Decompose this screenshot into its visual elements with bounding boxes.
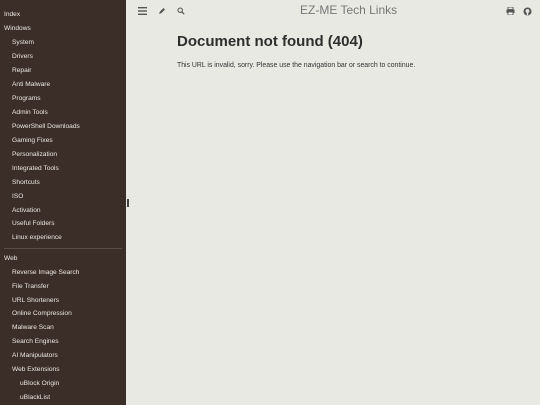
sidebar-item-ai-manipulators[interactable]: AI Manipulators — [12, 351, 58, 361]
sidebar: Index Windows System Drivers Repair Anti… — [0, 0, 126, 405]
sidebar-item-anti-malware[interactable]: Anti Malware — [12, 80, 50, 90]
sidebar-item-web[interactable]: Web — [4, 254, 17, 264]
sidebar-item-shortcuts[interactable]: Shortcuts — [12, 178, 40, 188]
sidebar-item-ublock-origin[interactable]: uBlock Origin — [20, 379, 59, 389]
sidebar-item-reverse-image-search[interactable]: Reverse Image Search — [12, 268, 79, 278]
sidebar-item-search-engines[interactable]: Search Engines — [12, 337, 59, 347]
content: Document not found (404) This URL is inv… — [177, 32, 537, 76]
sidebar-item-system[interactable]: System — [12, 38, 34, 48]
sidebar-item-personalization[interactable]: Personalization — [12, 150, 57, 160]
sidebar-item-index[interactable]: Index — [4, 10, 20, 20]
menu-icon[interactable] — [136, 5, 148, 17]
sidebar-divider — [4, 248, 122, 249]
sidebar-item-repair[interactable]: Repair — [12, 66, 31, 76]
sidebar-item-windows[interactable]: Windows — [4, 24, 31, 34]
sidebar-item-linux-experience[interactable]: Linux experience — [12, 233, 62, 243]
sidebar-item-iso[interactable]: ISO — [12, 192, 23, 202]
edit-icon[interactable] — [156, 5, 168, 17]
sidebar-item-powershell-downloads[interactable]: PowerShell Downloads — [12, 122, 80, 132]
main-area: EZ-ME Tech Links Document not found (404… — [130, 0, 540, 405]
sidebar-item-gaming-fixes[interactable]: Gaming Fixes — [12, 136, 53, 146]
sidebar-item-online-compression[interactable]: Online Compression — [12, 309, 72, 319]
page-title: Document not found (404) — [177, 33, 363, 50]
github-icon[interactable] — [521, 5, 533, 17]
print-icon[interactable] — [504, 5, 516, 17]
sidebar-item-useful-folders[interactable]: Useful Folders — [12, 219, 55, 229]
error-message: This URL is invalid, sorry. Please use t… — [177, 62, 416, 69]
search-icon[interactable] — [175, 5, 187, 17]
sidebar-item-web-extensions[interactable]: Web Extensions — [12, 365, 60, 375]
sidebar-item-integrated-tools[interactable]: Integrated Tools — [12, 164, 59, 174]
site-title: EZ-ME Tech Links — [300, 3, 398, 17]
sidebar-item-drivers[interactable]: Drivers — [12, 52, 33, 62]
sidebar-item-admin-tools[interactable]: Admin Tools — [12, 108, 48, 118]
sidebar-item-ublacklist[interactable]: uBlackList — [20, 393, 50, 403]
sidebar-item-url-shorteners[interactable]: URL Shorteners — [12, 296, 59, 306]
sidebar-item-activation[interactable]: Activation — [12, 206, 41, 216]
sidebar-item-file-transfer[interactable]: File Transfer — [12, 282, 49, 292]
menu-bar: EZ-ME Tech Links — [130, 0, 540, 22]
sidebar-item-programs[interactable]: Programs — [12, 94, 41, 104]
sidebar-item-malware-scan[interactable]: Malware Scan — [12, 323, 54, 333]
sidebar-resize-handle[interactable] — [127, 199, 129, 207]
